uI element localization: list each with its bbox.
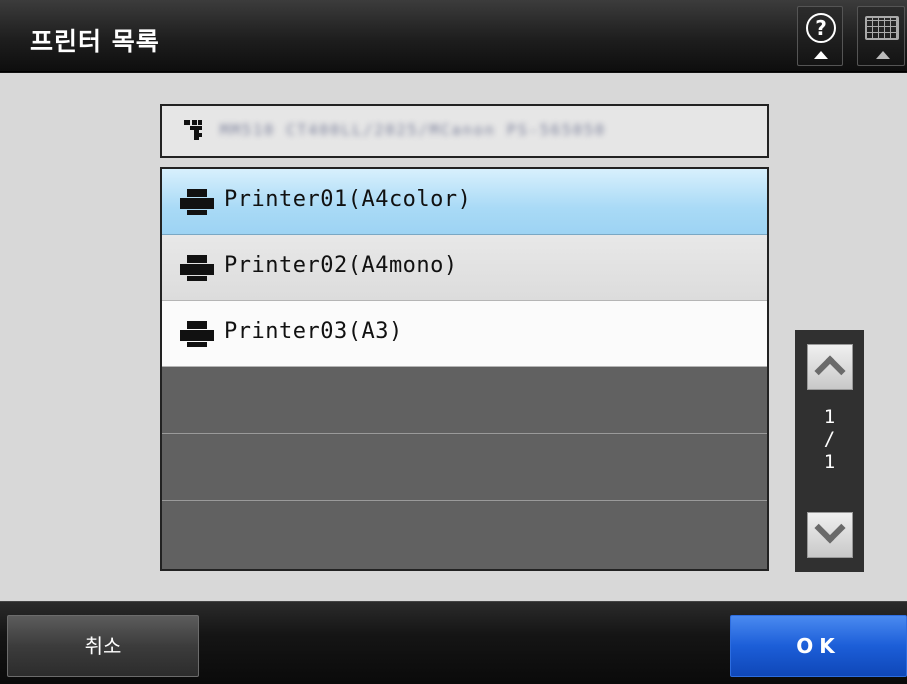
cancel-button[interactable]: 취소 [7,615,199,677]
expand-up-icon [876,51,890,59]
printer-row[interactable]: Printer02(A4mono) [162,235,767,301]
printer-icon [180,321,214,347]
printer-name: Printer02(A4mono) [224,253,458,278]
printer-name: Printer01(A4color) [224,187,472,212]
printer-icon [180,189,214,215]
printer-row[interactable]: Printer01(A4color) [162,169,767,235]
empty-row [162,435,767,501]
help-button[interactable]: ? [797,6,843,66]
expand-up-icon [814,51,828,59]
page-title: 프린터 목록 [30,27,160,56]
print-server-field: MM510 CT400LL/2025/MCanon PS-565050 [160,104,769,158]
page-up-button[interactable] [807,344,853,390]
empty-row [162,502,767,569]
keyboard-button[interactable] [857,6,905,66]
pagination-panel: 1 / 1 [795,330,864,572]
printer-row[interactable]: Printer03(A3) [162,301,767,367]
keyboard-icon [865,16,899,40]
network-tree-icon [184,120,202,140]
chevron-up-icon [814,355,846,387]
title-bar: 프린터 목록 ? [0,0,907,72]
page-separator: / [823,428,836,450]
main-content: MM510 CT400LL/2025/MCanon PS-565050 Prin… [0,73,907,601]
printer-name: Printer03(A3) [224,319,403,344]
page-down-button[interactable] [807,512,853,558]
print-server-name: MM510 CT400LL/2025/MCanon PS-565050 [220,121,607,139]
action-bar: 취소 OK [0,601,907,684]
help-icon: ? [806,13,836,43]
chevron-down-icon [814,512,846,544]
current-page: 1 [823,406,836,428]
printer-list: Printer01(A4color) Printer02(A4mono) Pri… [160,167,769,571]
total-pages: 1 [823,451,836,473]
empty-row [162,368,767,434]
ok-button[interactable]: OK [730,615,907,677]
printer-icon [180,255,214,281]
